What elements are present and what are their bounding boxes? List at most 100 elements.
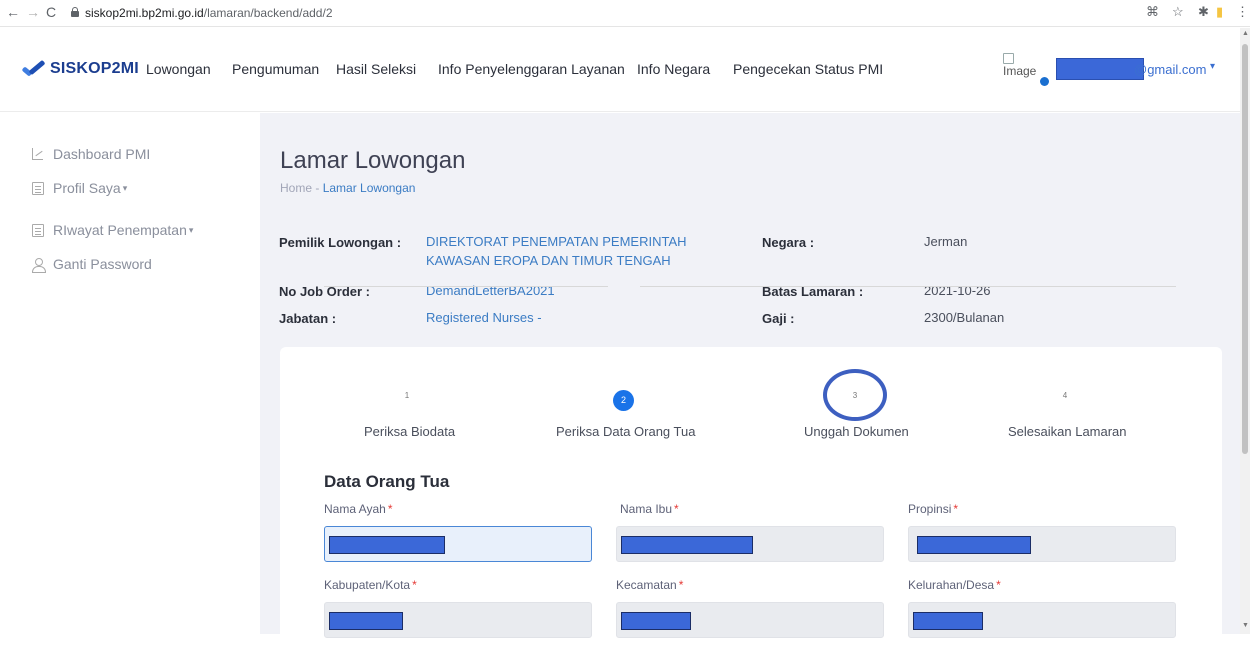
reload-icon[interactable]: C — [46, 4, 56, 20]
field-label-text: Nama Ibu — [620, 502, 673, 516]
calendar-icon — [32, 223, 44, 237]
required-mark: * — [674, 502, 679, 516]
sidebar-item-riwayat[interactable]: RIwayat Penempatan ▾ — [32, 222, 193, 238]
mother-name-label: Nama Ibu * — [620, 502, 679, 516]
back-arrow-icon[interactable]: ← — [6, 4, 20, 20]
step-number-4[interactable]: 4 — [1058, 391, 1072, 400]
scroll-down-icon[interactable]: ▼ — [1242, 622, 1249, 629]
bookmark-icon[interactable]: ▮ — [1216, 4, 1223, 20]
nav-pengecekan-status-pmi[interactable]: Pengecekan Status PMI — [733, 61, 883, 77]
province-input[interactable] — [908, 526, 1176, 562]
nav-lowongan[interactable]: Lowongan — [146, 61, 211, 77]
address-bar[interactable]: siskop2mi.bp2mi.go.id/lamaran/backend/ad… — [85, 6, 333, 20]
field-label-text: Nama Ayah — [324, 502, 386, 516]
browser-toolbar: ← → C siskop2mi.bp2mi.go.id/lamaran/back… — [0, 0, 1250, 27]
step-connector — [324, 286, 608, 287]
position-label: Jabatan : — [279, 311, 337, 326]
deadline-value: 2021-10-26 — [924, 283, 991, 298]
province-label: Propinsi * — [908, 502, 958, 516]
salary-value: 2300/Bulanan — [924, 310, 1005, 325]
father-name-input[interactable] — [324, 526, 592, 562]
sidebar-item-label: RIwayat Penempatan — [53, 222, 187, 238]
country-value: Jerman — [924, 234, 968, 249]
scrollbar-thumb[interactable] — [1242, 44, 1248, 454]
required-mark: * — [996, 578, 1001, 592]
nav-info-penyelenggaran-layanan[interactable]: Info Penyelenggaran Layanan — [438, 61, 625, 77]
breadcrumb-home[interactable]: Home — [280, 181, 312, 195]
scroll-up-icon[interactable]: ▲ — [1242, 30, 1249, 37]
field-label-text: Kecamatan — [616, 578, 677, 592]
translate-icon[interactable]: ⌘ — [1146, 4, 1159, 20]
regency-input[interactable] — [324, 602, 592, 638]
village-input[interactable] — [908, 602, 1176, 638]
sidebar-item-label: Profil Saya — [53, 180, 121, 196]
logo-check-icon — [20, 59, 46, 79]
step-label-2[interactable]: Periksa Data Orang Tua — [556, 424, 695, 439]
sidebar-item-dashboard[interactable]: Dashboard PMI — [32, 146, 150, 162]
lock-icon[interactable] — [71, 7, 79, 17]
redacted-value — [917, 536, 1031, 554]
step-number-2-active[interactable]: 2 — [613, 390, 634, 411]
father-name-label: Nama Ayah * — [324, 502, 393, 516]
district-input[interactable] — [616, 602, 884, 638]
required-mark: * — [387, 502, 393, 516]
field-label-text: Propinsi — [908, 502, 952, 516]
broken-image-icon — [1003, 53, 1014, 64]
salary-label: Gaji : — [762, 311, 795, 326]
step-connector — [640, 286, 1176, 287]
step-number-1[interactable]: 1 — [400, 391, 414, 400]
browser-menu-icon[interactable]: ⋮ — [1236, 4, 1249, 20]
required-mark: * — [412, 578, 417, 592]
annotation-circle — [823, 369, 887, 421]
avatar[interactable]: Image — [1003, 53, 1036, 78]
breadcrumb-separator: - — [315, 181, 320, 195]
field-label-text: Kelurahan/Desa — [908, 578, 995, 592]
sidebar-item-label: Ganti Password — [53, 256, 152, 272]
sidebar-item-profil[interactable]: Profil Saya ▾ — [32, 180, 127, 196]
page-title: Lamar Lowongan — [280, 147, 466, 174]
step-label-3[interactable]: Unggah Dokumen — [804, 424, 909, 439]
logo-text: SISKOP2MI — [50, 60, 139, 77]
owner-label: Pemilik Lowongan : — [279, 235, 402, 250]
dashboard-icon — [32, 147, 44, 161]
field-label-text: Kabupaten/Kota — [324, 578, 411, 592]
sidebar-item-ganti-password[interactable]: Ganti Password — [32, 256, 152, 273]
star-icon[interactable]: ☆ — [1172, 4, 1184, 20]
required-mark: * — [678, 578, 684, 592]
caret-down-icon: ▾ — [122, 182, 128, 193]
avatar-alt-text: Image — [1003, 64, 1037, 78]
step-label-1[interactable]: Periksa Biodata — [364, 424, 455, 439]
owner-value: DIREKTORAT PENEMPATAN PEMERINTAH KAWASAN… — [426, 232, 687, 270]
nav-pengumuman[interactable]: Pengumuman — [232, 61, 319, 77]
redacted-value — [329, 612, 403, 630]
step-label-4[interactable]: Selesaikan Lamaran — [1008, 424, 1127, 439]
online-status-dot — [1040, 77, 1049, 86]
forward-arrow-icon[interactable]: → — [26, 4, 40, 20]
caret-down-icon: ▾ — [188, 224, 194, 235]
redacted-value — [621, 536, 753, 554]
village-label: Kelurahan/Desa * — [908, 578, 1001, 592]
document-icon — [32, 181, 44, 195]
nav-info-negara[interactable]: Info Negara — [637, 61, 710, 77]
url-host: siskop2mi.bp2mi.go.id — [85, 6, 204, 20]
redacted-value — [621, 612, 691, 630]
redacted-value — [913, 612, 983, 630]
user-icon — [32, 257, 46, 273]
redacted-value — [329, 536, 445, 554]
mother-name-input[interactable] — [616, 526, 884, 562]
regency-label: Kabupaten/Kota * — [324, 578, 417, 592]
job-order-value: DemandLetterBA2021 — [426, 283, 555, 298]
breadcrumb-current[interactable]: Lamar Lowongan — [323, 181, 416, 195]
position-value: Registered Nurses - — [426, 310, 542, 325]
extensions-icon[interactable]: ✱ — [1198, 4, 1209, 20]
nav-hasil-seleksi[interactable]: Hasil Seleksi — [336, 61, 416, 77]
required-mark: * — [953, 502, 959, 516]
site-header: SISKOP2MI Lowongan Pengumuman Hasil Sele… — [0, 28, 1240, 112]
chevron-down-icon[interactable]: ▾ — [1210, 61, 1215, 72]
breadcrumb: Home - Lamar Lowongan — [280, 181, 415, 195]
redacted-email-name — [1056, 58, 1144, 80]
owner-value-line1: DIREKTORAT PENEMPATAN PEMERINTAH — [426, 234, 687, 249]
user-email[interactable]: @gmail.com — [1134, 62, 1206, 77]
district-label: Kecamatan * — [616, 578, 683, 592]
site-logo[interactable]: SISKOP2MI — [20, 59, 139, 79]
